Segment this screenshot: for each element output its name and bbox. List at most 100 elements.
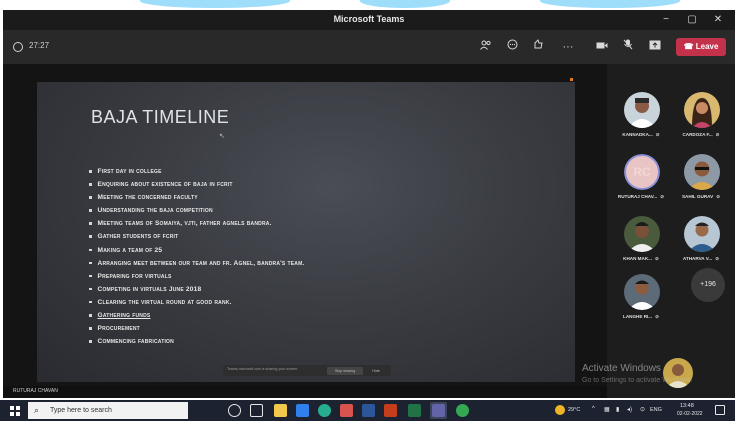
avatar <box>624 216 660 252</box>
share-screen-icon[interactable] <box>646 38 664 56</box>
indicator-dot <box>570 78 573 81</box>
activate-windows-watermark: Activate Windows <box>582 363 661 374</box>
slide-bullet: Enquiring about existence of baja in fcr… <box>89 181 304 194</box>
reactions-icon[interactable] <box>529 38 547 56</box>
close-button[interactable]: ✕ <box>707 12 729 28</box>
notification-icon[interactable] <box>715 405 725 415</box>
slide-bullet: Meeting teams of Somaiya, vjti, father a… <box>89 220 304 233</box>
participant-tile[interactable]: SAHIL GURAV ⊘ <box>671 148 731 210</box>
avatar: RC <box>624 154 660 190</box>
participant-tile[interactable]: ATHARVA V... ⊘ <box>671 210 731 272</box>
title-bar: Microsoft Teams − ▢ ✕ <box>3 10 735 30</box>
powerpoint-icon[interactable] <box>384 404 397 417</box>
window-title: Microsoft Teams <box>333 14 405 24</box>
mic-off-icon: ⊘ <box>715 132 720 137</box>
avatar <box>684 92 720 128</box>
speaker-icon[interactable]: ⊙ <box>640 406 645 413</box>
store-icon[interactable] <box>296 404 309 417</box>
clock-time[interactable]: 13:48 <box>680 403 694 409</box>
mic-off-icon: ⊘ <box>655 314 659 319</box>
participant-name: CARDOZA F... ⊘ <box>682 132 720 137</box>
battery-icon[interactable]: ▮ <box>616 406 619 413</box>
sharing-notice: Teams.microsoft.com is sharing your scre… <box>227 367 299 371</box>
camera-icon[interactable] <box>593 38 611 56</box>
leave-label: Leave <box>695 42 719 51</box>
clock-date[interactable]: 02-02-2022 <box>677 411 703 417</box>
network-icon[interactable]: ▦ <box>604 406 610 413</box>
slide-bullet-list: First day in college Enquiring about exi… <box>89 168 304 351</box>
avatar <box>684 154 720 190</box>
temperature: 29°C <box>568 407 581 413</box>
avatar-initials: RC <box>624 154 660 190</box>
screen-sharing-banner: Teams.microsoft.com is sharing your scre… <box>223 365 391 376</box>
teams-icon[interactable] <box>432 404 445 417</box>
participant-tile[interactable]: KHAN MAK... ⊘ <box>611 210 671 272</box>
shield-icon <box>13 42 23 52</box>
language-indicator[interactable]: ENG <box>650 407 662 413</box>
mic-off-icon: ⊘ <box>655 132 660 137</box>
slide-bullet: Meeting the concerned faculty <box>89 194 304 207</box>
hide-button[interactable]: Hide <box>367 367 385 375</box>
avatar <box>684 216 720 252</box>
minimize-button[interactable]: − <box>655 12 677 28</box>
participant-name: RUTURAJ CHAV... ⊘ <box>617 194 665 199</box>
chat-icon[interactable] <box>503 38 521 56</box>
participant-name: ATHARVA V... ⊘ <box>682 256 720 261</box>
slide-bullet: First day in college <box>89 168 304 181</box>
slide-bullet: Gathering funds <box>89 312 304 325</box>
meeting-timer: 27:27 <box>29 41 50 50</box>
avatar <box>624 274 660 310</box>
mic-off-icon: ⊘ <box>715 256 720 261</box>
cortana-icon[interactable] <box>228 404 241 417</box>
participants-icon[interactable] <box>477 38 495 56</box>
weather-icon[interactable] <box>555 405 565 415</box>
excel-icon[interactable] <box>408 404 421 417</box>
participant-gallery: KANNADKA... ⊘ CARDOZA F... ⊘ RC RUTURAJ CH… <box>607 64 735 398</box>
presentation-slide: BAJA TIMELINE ↖ First day in college Enq… <box>37 82 575 382</box>
presenter-strip: RUTURAJ CHAVAN <box>3 386 607 398</box>
cursor-icon: ↖ <box>219 133 225 140</box>
shared-screen-area: BAJA TIMELINE ↖ First day in college Enq… <box>3 64 607 386</box>
screenshot: Microsoft Teams − ▢ ✕ 27:27 ··· ☎ Leave … <box>0 0 735 421</box>
participant-name: LANGHE RI... ⊘ <box>623 314 659 319</box>
stop-sharing-button[interactable]: Stop sharing <box>327 366 363 375</box>
file-explorer-icon[interactable] <box>274 404 287 417</box>
participant-tile[interactable]: KANNADKA... ⊘ <box>611 86 671 148</box>
maximize-button[interactable]: ▢ <box>681 12 703 28</box>
participant-tile[interactable]: RC RUTURAJ CHAV... ⊘ <box>611 148 671 210</box>
slide-bullet: Arranging meet between our team and fr. … <box>89 260 304 273</box>
word-icon[interactable] <box>362 404 375 417</box>
windows-taskbar: ⌕ Type here to search 29°C ^ ▦ ▮ ◂) ⊙ EN… <box>0 400 735 421</box>
windows-start-icon[interactable] <box>10 406 20 416</box>
slide-bullet: Clearing the virtual round at good rank. <box>89 299 304 312</box>
taskbar-search-box[interactable]: ⌕ Type here to search <box>28 402 188 419</box>
leave-button[interactable]: ☎ Leave <box>676 38 726 56</box>
chrome-icon[interactable] <box>456 404 469 417</box>
edge-icon[interactable] <box>318 404 331 417</box>
participant-tile[interactable]: CARDOZA F... ⊘ <box>671 86 731 148</box>
app-icon[interactable] <box>340 404 353 417</box>
slide-bullet: Understanding the baja competition <box>89 207 304 220</box>
participant-tile[interactable]: LANGHE RI... ⊘ <box>611 268 671 330</box>
participant-name: KHAN MAK... ⊘ <box>623 256 659 261</box>
task-view-icon[interactable] <box>250 404 263 417</box>
mic-off-icon[interactable] <box>619 38 637 56</box>
more-participants-button[interactable]: +196 <box>691 268 725 302</box>
avatar <box>624 92 660 128</box>
search-placeholder: Type here to search <box>50 407 112 414</box>
slide-bullet: Competing in virtuals June 2018 <box>89 286 304 299</box>
phone-icon: ☎ <box>683 42 696 51</box>
mic-off-icon: ⊘ <box>660 194 665 199</box>
slide-bullet: Procurement <box>89 325 304 338</box>
participant-name: KANNADKA... ⊘ <box>622 132 660 137</box>
chevron-up-icon[interactable]: ^ <box>592 406 595 412</box>
teams-window: Microsoft Teams − ▢ ✕ 27:27 ··· ☎ Leave … <box>3 10 735 398</box>
slide-title: BAJA TIMELINE <box>91 107 230 127</box>
mic-off-icon: ⊘ <box>654 256 659 261</box>
activate-windows-subtitle: Go to Settings to activate Windows. <box>582 377 693 384</box>
slide-bullet: Preparing for virtuals <box>89 273 304 286</box>
slide-bullet: Commencing fabrication <box>89 338 304 351</box>
meeting-controls-bar: 27:27 ··· ☎ Leave <box>3 30 735 64</box>
more-options-icon[interactable]: ··· <box>559 38 577 56</box>
volume-icon[interactable]: ◂) <box>627 406 632 413</box>
